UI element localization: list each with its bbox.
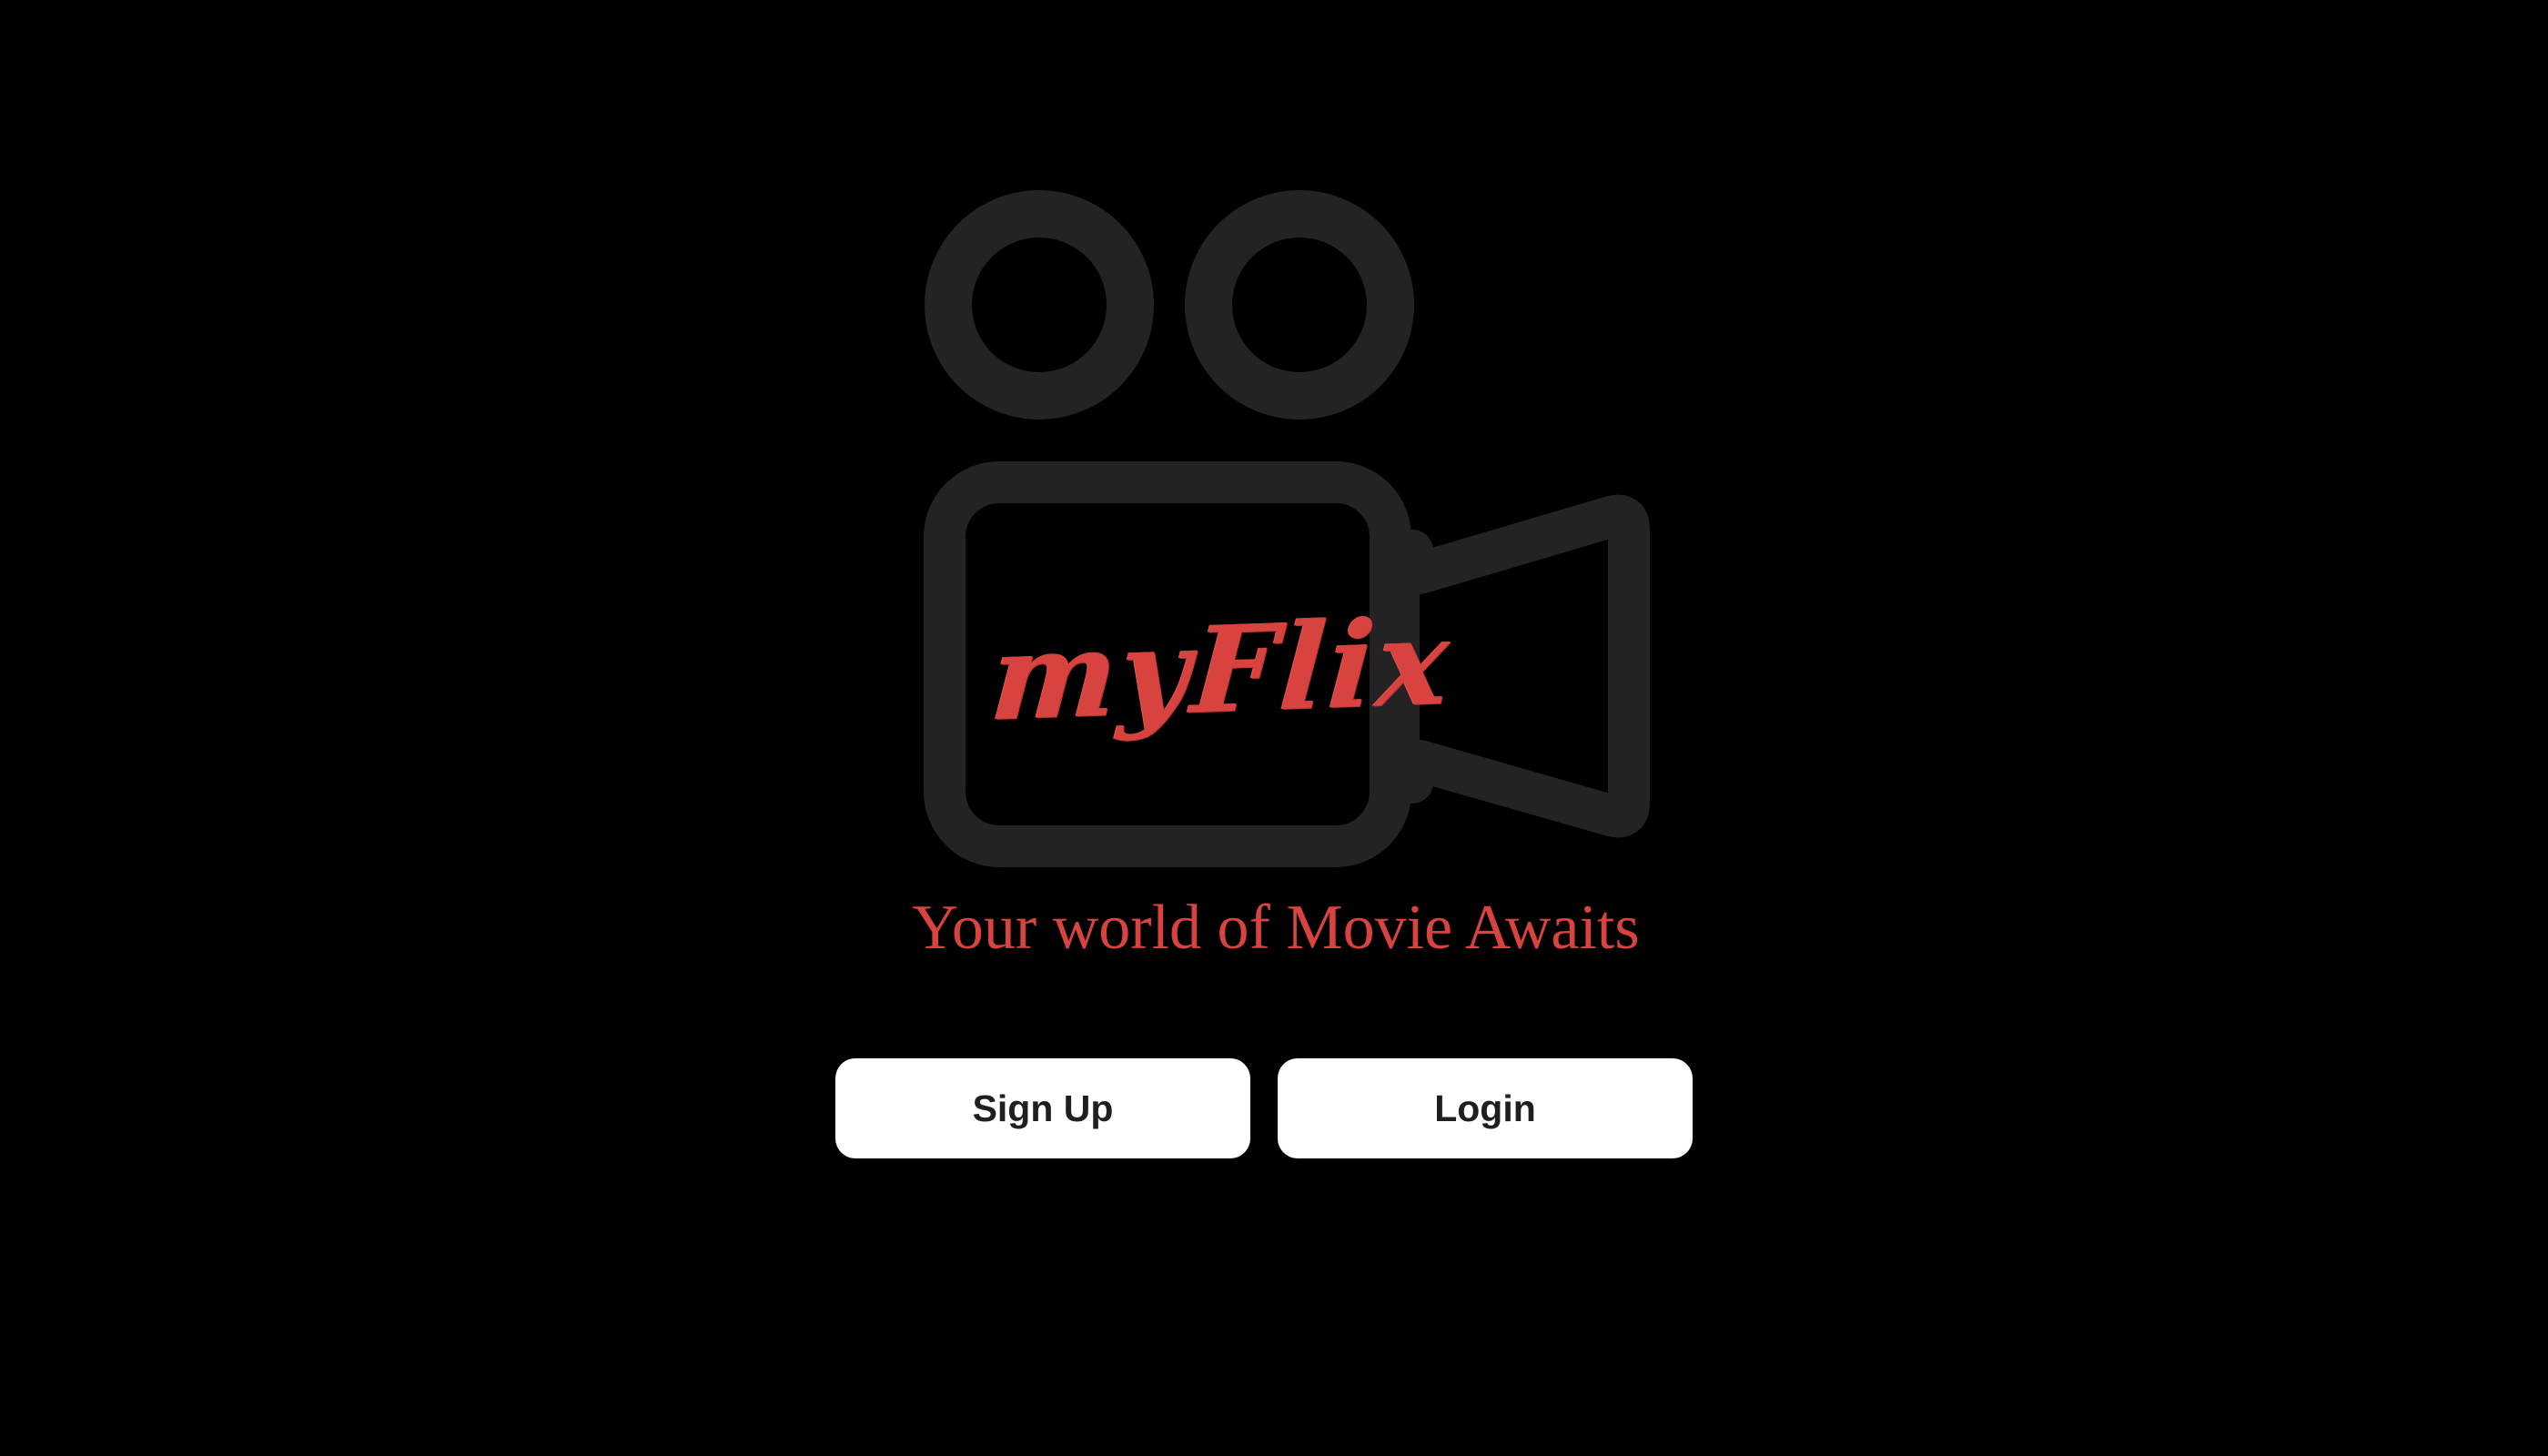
sign-up-button[interactable]: Sign Up xyxy=(835,1058,1250,1158)
logo-wordmark: myFlix xyxy=(986,592,1457,748)
reel-right xyxy=(1185,190,1414,420)
reel-left xyxy=(925,190,1154,420)
login-button[interactable]: Login xyxy=(1278,1058,1693,1158)
tagline: Your world of Movie Awaits xyxy=(912,893,1640,963)
